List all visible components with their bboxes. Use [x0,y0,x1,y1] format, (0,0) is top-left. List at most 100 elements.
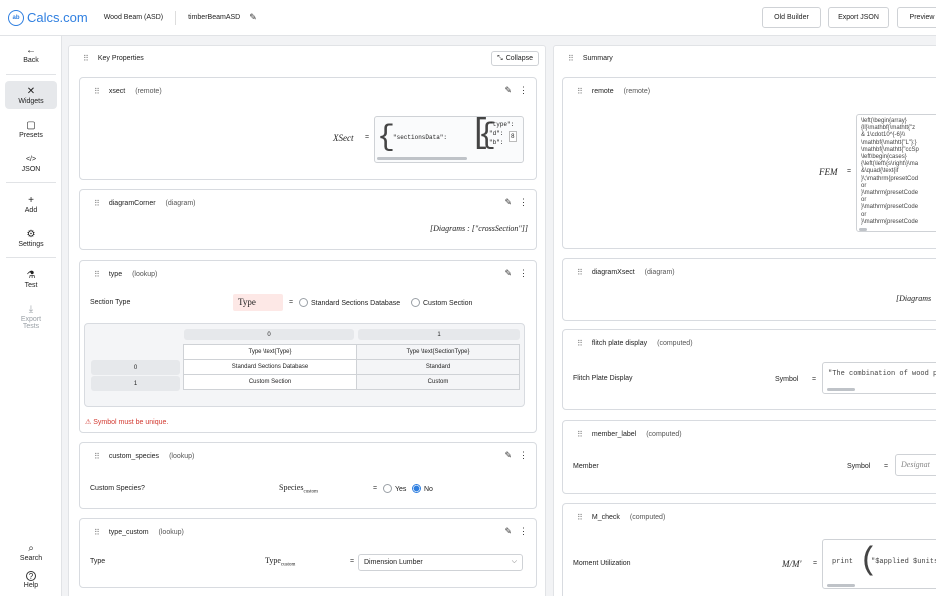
edit-icon[interactable]: ✎ [504,197,512,208]
column-head[interactable]: 1 [358,329,520,340]
more-menu-icon[interactable]: ⋮ [519,526,528,537]
drag-handle-icon[interactable]: ⠿ [94,270,100,279]
drag-handle-icon[interactable]: ⠿ [577,430,583,439]
sidebar-item-export-tests[interactable]: ⤓ Export Tests [5,299,57,335]
sidebar-item-widgets[interactable]: ✕ Widgets [5,81,57,109]
row-head[interactable]: 1 [91,376,180,391]
code-number: 8 [509,131,517,142]
sidebar-item-json[interactable]: </> JSON [5,149,57,177]
radio-button[interactable] [383,484,392,493]
sidebar-item-add[interactable]: + Add [5,190,57,218]
app-logo[interactable]: ab Calcs.com [8,9,88,26]
table-cell[interactable]: Custom Section [183,374,357,390]
collapse-label: Collapse [505,55,533,62]
sidebar-item-settings[interactable]: ⚙ Settings [5,224,57,252]
divider [175,10,177,25]
export-json-button[interactable]: Export JSON [828,7,889,28]
calc-id: timberBeamASD [188,14,241,21]
edit-icon[interactable]: ✎ [504,450,512,461]
widget-card-type-custom[interactable]: ⠿ type_custom (lookup) ✎ ⋮ Type Typecust… [79,518,537,588]
table-cell[interactable]: Custom [356,374,520,390]
horizontal-scrollbar[interactable] [859,228,867,231]
radio-label: Yes [395,486,407,493]
collapse-icon: ⤡ [497,54,503,62]
more-menu-icon[interactable]: ⋮ [519,85,528,96]
horizontal-scrollbar[interactable] [827,584,855,587]
table-header-cell[interactable]: Type \text{Type} [183,344,357,360]
sidebar-item-back[interactable]: ← Back [5,40,57,68]
more-menu-icon[interactable]: ⋮ [519,268,528,279]
collapse-button[interactable]: ⤡ Collapse [491,51,539,66]
select-dropdown[interactable]: Dimension Lumber ⌵ [358,554,523,571]
value-code-box[interactable]: "The combination of wood p [822,362,936,394]
widget-card-type[interactable]: ⠿ type (lookup) ✎ ⋮ Section Type Type = … [79,260,537,433]
radio-option-custom[interactable]: Custom Section [411,298,472,307]
widget-card-flitch-plate-display[interactable]: ⠿ flitch plate display (computed) Flitch… [562,329,936,410]
summary-panel: ⠿ Summary ⠿ remote (remote) FEM = \left(… [553,45,936,596]
symbol-error-highlight[interactable]: Type [233,294,283,311]
more-menu-icon[interactable]: ⋮ [519,450,528,461]
radio-button[interactable] [299,298,308,307]
column-head[interactable]: 0 [184,329,354,340]
widget-card-diagramcorner[interactable]: ⠿ diagramCorner (diagram) ✎ ⋮ [Diagrams … [79,189,537,250]
latex-code-box[interactable]: \left(\begin{array} {ll}\mathbf{\mathtt{… [856,114,936,232]
drag-handle-icon[interactable]: ⠿ [94,452,100,461]
more-menu-icon[interactable]: ⋮ [519,197,528,208]
drag-handle-icon[interactable]: ⠿ [568,54,574,63]
preview-button[interactable]: Preview [897,7,936,28]
horizontal-scrollbar[interactable] [827,388,855,391]
radio-button[interactable] [411,298,420,307]
widget-card-xsect[interactable]: ⠿ xsect (remote) ✎ ⋮ XSect = { "sections… [79,77,537,180]
horizontal-scrollbar[interactable] [377,157,467,160]
diagram-value: [Diagrams [896,294,932,303]
row-head[interactable]: 0 [91,360,180,375]
edit-icon[interactable]: ✎ [504,526,512,537]
radio-option-no[interactable]: No [412,484,433,493]
drag-handle-icon[interactable]: ⠿ [577,268,583,277]
sidebar-item-help[interactable]: ? Help [5,566,57,594]
edit-icon[interactable]: ✎ [504,85,512,96]
old-builder-button[interactable]: Old Builder [762,7,821,28]
drag-handle-icon[interactable]: ⠿ [83,54,89,63]
drag-handle-icon[interactable]: ⠿ [94,528,100,537]
table-cell[interactable]: Standard [356,359,520,375]
widget-card-m-check[interactable]: ⠿ M_check (computed) Moment Utilization … [562,503,936,596]
widget-card-member-label[interactable]: ⠿ member_label (computed) Member Symbol … [562,420,936,494]
document-icon: ▢ [26,119,36,131]
equals-sign: = [884,463,889,470]
drag-handle-icon[interactable]: ⠿ [577,87,583,96]
edit-icon[interactable]: ✎ [504,268,512,279]
widgets-icon: ✕ [26,85,36,97]
sidebar-item-search[interactable]: ⌕ Search [5,538,57,566]
sidebar-item-label: Back [23,56,39,64]
drag-handle-icon[interactable]: ⠿ [577,513,583,522]
radio-option-yes[interactable]: Yes [383,484,406,493]
code-key: "sectionsData": [393,134,448,141]
value-code-box[interactable]: Designat [895,454,936,476]
plus-icon: + [28,194,34,206]
latex-source: \left(\begin{array} {ll}\mathbf{\mathtt{… [861,118,919,225]
header-text: Type \text{Type} [248,349,292,355]
symbol-subscript: custom [303,489,318,495]
value-code-box[interactable]: print ( "$applied $units / [822,539,936,589]
card-header: ⠿ type_custom (lookup) [80,519,536,545]
radio-option-standard[interactable]: Standard Sections Database [299,298,400,307]
drag-handle-icon[interactable]: ⠿ [94,87,100,96]
symbol: FEM [819,167,838,177]
table-cell[interactable]: Standard Sections Database [183,359,357,375]
sidebar-item-presets[interactable]: ▢ Presets [5,115,57,143]
widget-name: diagramCorner [108,199,156,207]
widget-card-custom-species[interactable]: ⠿ custom_species (lookup) ✎ ⋮ Custom Spe… [79,442,537,509]
card-header: ⠿ flitch plate display (computed) [563,330,936,356]
value-code-box[interactable]: { "sectionsData": [ { "type": "d": "b": … [374,116,524,163]
widget-card-remote[interactable]: ⠿ remote (remote) FEM = \left(\begin{arr… [562,77,936,249]
sidebar-item-test[interactable]: ⚗ Test [5,265,57,293]
drag-handle-icon[interactable]: ⠿ [577,339,583,348]
widget-card-diagramxsect[interactable]: ⠿ diagramXsect (diagram) [Diagrams [562,258,936,321]
equals-sign: = [289,299,294,306]
card-header: ⠿ diagramXsect (diagram) [563,259,936,285]
edit-icon[interactable]: ✎ [249,12,257,23]
radio-button-selected[interactable] [412,484,421,493]
drag-handle-icon[interactable]: ⠿ [94,199,100,208]
table-header-cell[interactable]: Type \text{SectionType} [356,344,520,360]
